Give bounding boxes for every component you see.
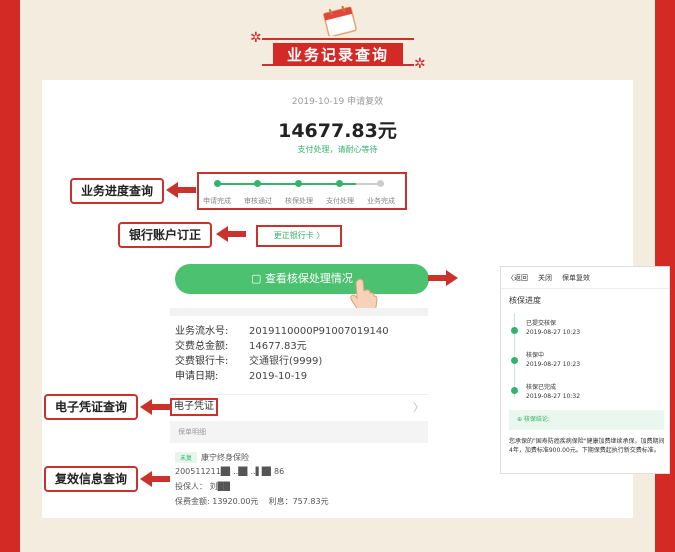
detail-label: 交费总金额:: [175, 341, 229, 352]
timeline-step: 核保中 2019-08-27 10:23: [526, 351, 580, 369]
detail-row: 交费银行卡: 交通银行(9999): [175, 352, 322, 367]
document-icon: ▢: [251, 272, 265, 285]
policy-premium-line: 保费金额: 13920.00元 利息：757.83元: [175, 496, 329, 507]
detail-value: 2019110000P91007019140: [249, 326, 389, 337]
progress-dot: [254, 180, 261, 187]
progress-step-label: 业务完成: [367, 197, 395, 205]
progress-step-label: 申请完成: [203, 197, 231, 205]
chevron-right-icon: 〉: [413, 401, 424, 414]
detail-row: 申请日期: 2019-10-19: [175, 367, 307, 382]
progress-step-label: 支付处理: [326, 197, 354, 205]
callout-reinstatement-query: 复效信息查询: [44, 466, 138, 492]
timeline-step-name: 已提交核保: [526, 320, 557, 327]
progress-tracker: 申请完成 审核通过 核保处理 支付处理 业务完成: [197, 172, 407, 210]
underwriting-result-label: ⊕ 核保结论:: [509, 410, 664, 430]
phone-close-button[interactable]: 关闭: [538, 274, 552, 282]
page-title: 业务记录查询: [272, 43, 403, 66]
policy-number: 200511211█▌..█▌..▌█▌86: [175, 467, 285, 476]
policy-detail-header: 保单明细: [170, 421, 428, 443]
policy-status-badge: 未复: [175, 452, 198, 463]
underwriting-progress-title: 核保进度: [509, 296, 541, 305]
page-title-bar: 业务记录查询: [262, 38, 414, 66]
callout-progress-query: 业务进度查询: [70, 178, 164, 204]
phone-nav-bar: 〈返回 关闭 保单复效: [501, 267, 669, 289]
progress-dot: [377, 180, 384, 187]
policy-insured: 投保人： 刘██: [175, 482, 230, 491]
sparkle-icon: ✲: [414, 56, 426, 72]
policy-premium: 保费金额: 13920.00元: [175, 497, 259, 506]
phone-title: 保单复效: [562, 274, 590, 282]
e-voucher-label: 电子凭证: [170, 398, 218, 416]
phone-back-button[interactable]: 〈返回: [507, 274, 528, 282]
timeline-step: 核保已完成 2019-08-27 10:32: [526, 383, 580, 401]
progress-dot: [336, 180, 343, 187]
timeline-dot: [511, 357, 518, 364]
view-underwriting-label: 查看核保处理情况: [264, 272, 353, 285]
progress-step-label: 核保处理: [285, 197, 313, 205]
detail-row: 业务流水号: 2019110000P91007019140: [175, 322, 389, 337]
timeline-step: 已提交核保 2019-08-27 10:23: [526, 319, 580, 337]
timeline-step-time: 2019-08-27 10:32: [526, 393, 581, 400]
detail-value: 2019-10-19: [249, 371, 308, 382]
progress-dot: [295, 180, 302, 187]
arrow-left-icon: [166, 182, 196, 198]
policy-interest: 利息：757.83元: [268, 497, 329, 506]
sparkle-icon: ✲: [250, 30, 262, 46]
timeline-line: [514, 313, 515, 397]
underwriting-result-note: 您承保的"国寿防癌疾病保险"健康加费继续承保，加费期间4年，加费标准900.00…: [509, 438, 665, 454]
callout-e-voucher-query: 电子凭证查询: [44, 394, 138, 420]
timeline-step-time: 2019-08-27 10:23: [526, 361, 581, 368]
detail-label: 交费银行卡:: [175, 356, 229, 367]
record-date-status: 2019-10-19 申请复效: [291, 97, 384, 107]
detail-value: 14677.83元: [249, 341, 307, 352]
record-amount: 14677.83元: [278, 120, 397, 142]
view-underwriting-button[interactable]: ▢ 查看核保处理情况: [175, 264, 429, 294]
policy-product: 康宁终身保险: [201, 453, 250, 462]
progress-dot: [214, 180, 221, 187]
timeline-step-time: 2019-08-27 10:23: [526, 329, 581, 336]
detail-label: 申请日期:: [175, 371, 219, 382]
arrow-left-icon: [216, 226, 246, 242]
callout-bank-account-correction: 银行账户订正: [118, 222, 212, 248]
timeline-dot: [511, 327, 518, 334]
e-voucher-row[interactable]: 电子凭证 〉: [170, 394, 428, 418]
detail-value: 交通银行(9999): [249, 356, 323, 367]
calendar-icon: [323, 5, 357, 36]
underwriting-phone-screen: 〈返回 关闭 保单复效 核保进度 已提交核保 2019-08-27 10:23 核保…: [500, 266, 670, 474]
pay-hint: 支付处理，请耐心等待: [297, 145, 378, 154]
policy-product-line: 未复 康宁终身保险: [175, 452, 249, 463]
progress-step-label: 审核通过: [244, 197, 272, 205]
timeline-dot: [511, 387, 518, 394]
screenshot-panel: 2019-10-19 申请复效 14677.83元 支付处理，请耐心等待 申请完…: [42, 80, 670, 518]
header: ✲ ✲ 业务记录查询: [0, 0, 675, 80]
timeline-step-name: 核保已完成: [526, 384, 557, 391]
detail-label: 业务流水号:: [175, 326, 229, 337]
arrow-left-icon: [140, 399, 170, 415]
detail-row: 交费总金额: 14677.83元: [175, 337, 307, 352]
arrow-right-icon: [428, 270, 458, 286]
section-divider: [170, 308, 428, 316]
pointer-hand-icon: [350, 278, 378, 310]
update-bank-card-link[interactable]: 更正银行卡 〉: [256, 225, 342, 247]
timeline-step-name: 核保中: [526, 352, 545, 359]
arrow-left-icon: [140, 471, 170, 487]
